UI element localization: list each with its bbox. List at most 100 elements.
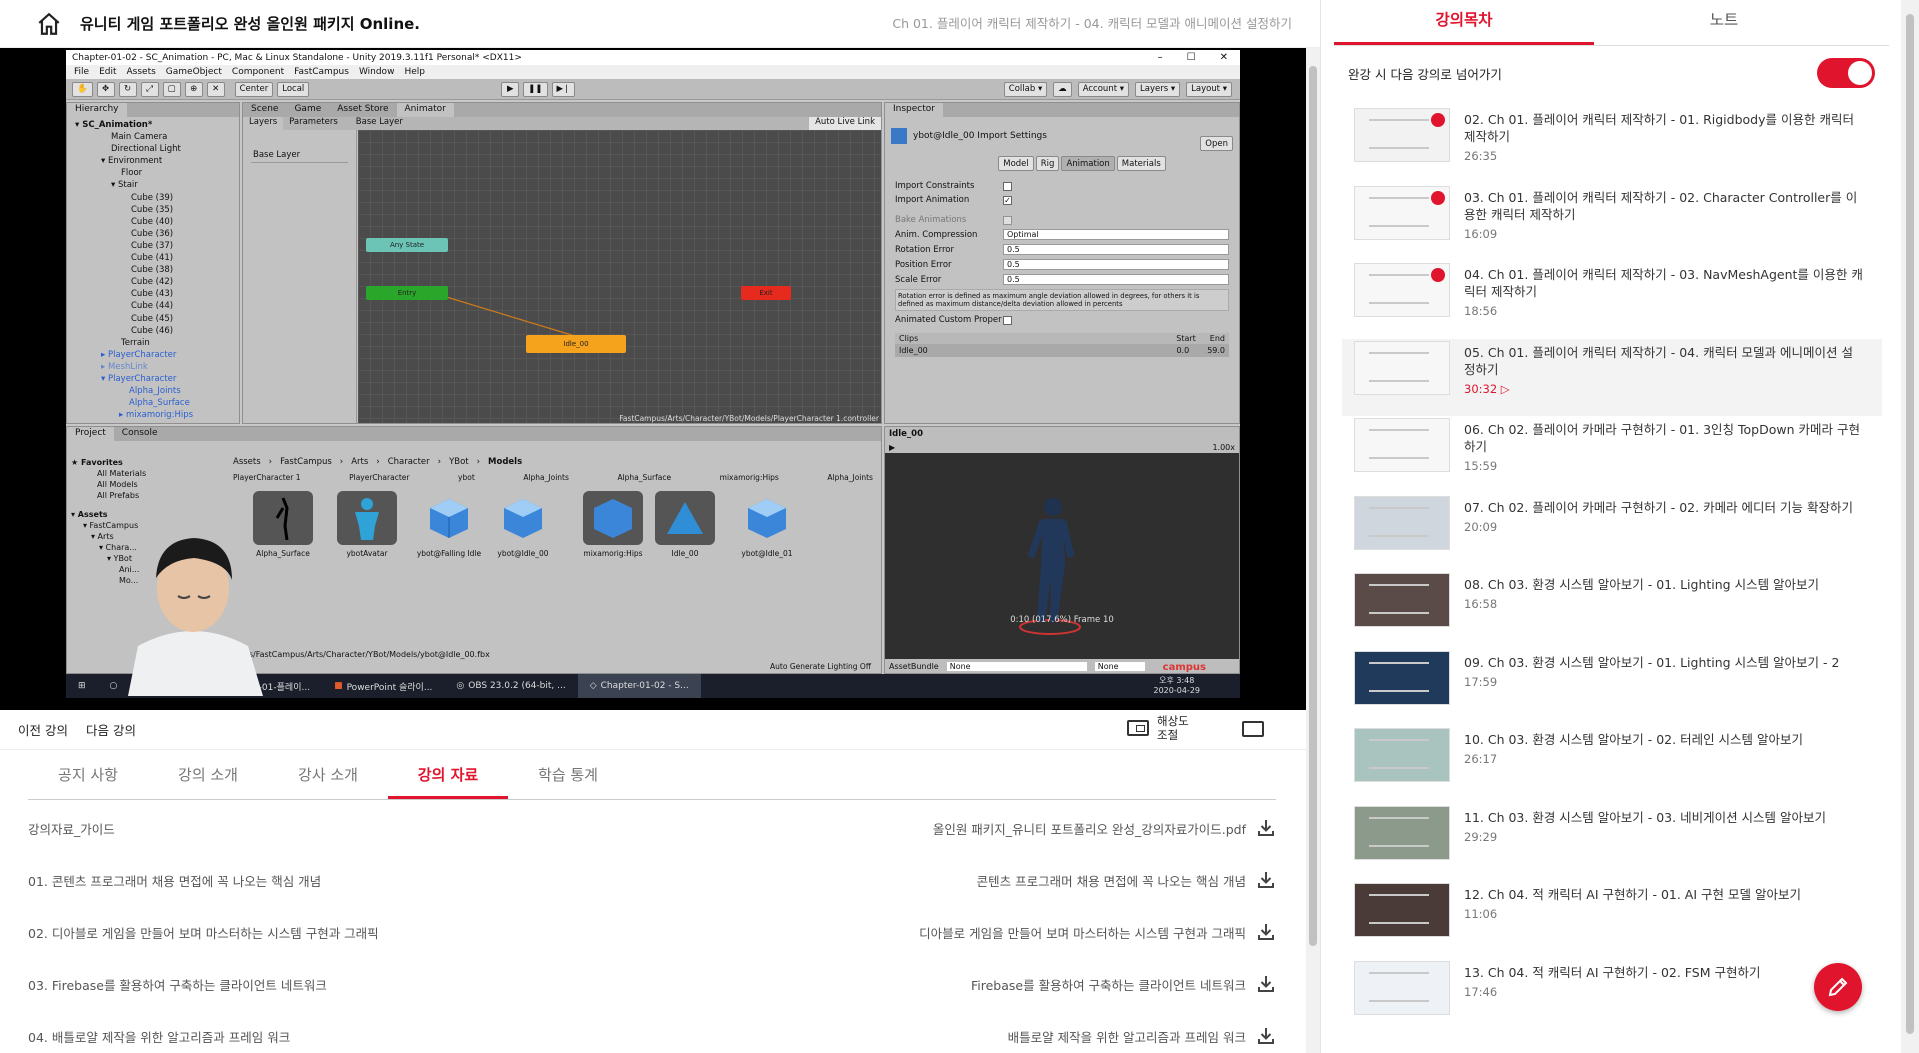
base-layer-row: Base Layer xyxy=(251,148,348,163)
material-file-name[interactable]: 올인원 패키지_유니티 포트폴리오 완성_강의자료가이드.pdf xyxy=(933,819,1246,838)
preview-panel: Idle_00 ▶ 1.00x 0:10 (017.6%) Frame 10 A… xyxy=(884,426,1240,674)
project-tab-strip: Project Console xyxy=(67,427,881,441)
lecture-item[interactable]: 08. Ch 03. 환경 시스템 알아보기 - 01. Lighting 시스… xyxy=(1342,571,1882,649)
lecture-item[interactable]: 04. Ch 01. 플레이어 캐릭터 제작하기 - 03. NavMeshAg… xyxy=(1342,261,1882,339)
write-note-button[interactable] xyxy=(1814,963,1862,1011)
tab-course-intro[interactable]: 강의 소개 xyxy=(148,755,268,799)
taskbar-app: ◇ Chapter-01-02 - S... xyxy=(577,674,701,698)
menu-fastcampus: FastCampus xyxy=(294,67,349,77)
next-lecture-button[interactable]: 다음 강의 xyxy=(68,720,136,739)
tab-notice[interactable]: 공지 사항 xyxy=(28,755,148,799)
preview-speed: 1.00x xyxy=(1212,442,1235,452)
completed-check-icon xyxy=(1431,113,1445,127)
download-icon[interactable] xyxy=(1256,974,1276,994)
lecture-info: 09. Ch 03. 환경 시스템 알아보기 - 01. Lighting 시스… xyxy=(1464,651,1864,725)
lecture-duration: 29:29 xyxy=(1464,830,1864,844)
lecture-title: 08. Ch 03. 환경 시스템 알아보기 - 01. Lighting 시스… xyxy=(1464,577,1820,592)
lecture-item[interactable]: 06. Ch 02. 플레이어 카메라 구현하기 - 01. 3인칭 TopDo… xyxy=(1342,416,1882,494)
bake-animations-row: Bake Animations xyxy=(885,213,1239,227)
scale-error-row: Scale Error 0.5 xyxy=(885,272,1239,287)
tab-curriculum[interactable]: 강의목차 xyxy=(1334,0,1594,45)
lecture-item[interactable]: 11. Ch 03. 환경 시스템 알아보기 - 03. 네비게이션 시스템 알… xyxy=(1342,804,1882,882)
clock-time: 오후 3:48 xyxy=(1159,676,1195,685)
model-prefab-icon xyxy=(493,491,553,545)
lecture-info: 02. Ch 01. 플레이어 캐릭터 제작하기 - 01. Rigidbody… xyxy=(1464,108,1864,182)
prev-lecture-button[interactable]: 이전 강의 xyxy=(0,720,68,739)
tab-instructor[interactable]: 강사 소개 xyxy=(268,755,388,799)
material-file-name[interactable]: 콘텐츠 프로그래머 채용 면접에 꼭 나오는 핵심 개념 xyxy=(977,871,1246,890)
model-prefab-icon xyxy=(419,491,479,545)
clips-start-label: Start xyxy=(1176,334,1196,343)
animator-panel: Scene Game Asset Store Animator Layers P… xyxy=(242,102,882,424)
now-playing-icon: ▷ xyxy=(1497,381,1510,396)
lecture-item[interactable]: 03. Ch 01. 플레이어 캐릭터 제작하기 - 02. Character… xyxy=(1342,184,1882,262)
video-player[interactable]: Chapter-01-02 - SC_Animation - PC, Mac &… xyxy=(0,48,1306,710)
hierarchy-item: Floor xyxy=(121,168,143,179)
transition-arrow xyxy=(429,291,589,341)
lecture-title: 02. Ch 01. 플레이어 캐릭터 제작하기 - 01. Rigidbody… xyxy=(1464,112,1854,144)
sidebar-tabs: 강의목차 노트 xyxy=(1334,0,1889,46)
lecture-duration: 17:59 xyxy=(1464,675,1864,689)
lecture-info: 03. Ch 01. 플레이어 캐릭터 제작하기 - 02. Character… xyxy=(1464,186,1864,260)
asset-label: Alpha_Surface xyxy=(617,473,672,482)
error-help-box: Rotation error is defined as maximum ang… xyxy=(895,289,1229,311)
custom-tool-icon: ✕ xyxy=(206,81,225,97)
scrollbar-thumb[interactable] xyxy=(1309,66,1317,946)
thumbnail-slide-lines xyxy=(1369,584,1429,614)
lecture-item[interactable]: 13. Ch 04. 적 캐릭터 AI 구현하기 - 02. FSM 구현하기 1… xyxy=(1342,959,1882,1037)
lecture-duration: 20:09 xyxy=(1464,520,1864,534)
material-file-name[interactable]: 배틀로얄 제작을 위한 알고리즘과 프레임 워크 xyxy=(1008,1027,1246,1046)
lecture-item[interactable]: 12. Ch 04. 적 캐릭터 AI 구현하기 - 01. AI 구현 모델 … xyxy=(1342,881,1882,959)
unity-menu-bar: File Edit Assets GameObject Component Fa… xyxy=(66,65,1240,79)
lecture-item[interactable]: 10. Ch 03. 환경 시스템 알아보기 - 02. 터레인 시스템 알아보… xyxy=(1342,726,1882,804)
autoplay-label: 완강 시 다음 강의로 넘어가기 xyxy=(1348,66,1502,82)
fullscreen-icon[interactable] xyxy=(1242,721,1264,737)
asset-item: ybot@Idle_00 xyxy=(487,491,559,558)
material-row: 01. 콘텐츠 프로그래머 채용 면접에 꼭 나오는 핵심 개념 콘텐츠 프로그… xyxy=(28,854,1276,906)
autoplay-toggle[interactable] xyxy=(1817,58,1875,88)
lecture-duration-text: 20:09 xyxy=(1464,519,1498,534)
hierarchy-item: Terrain xyxy=(121,337,150,348)
breadcrumb-separator: › xyxy=(339,457,344,467)
hierarchy-panel: Hierarchy ▾ SC_Animation* Main Camera Di… xyxy=(66,102,240,424)
taskbar-app: ■ PowerPoint 슬라이... xyxy=(322,674,444,698)
download-icon[interactable] xyxy=(1256,1026,1276,1046)
download-icon[interactable] xyxy=(1256,870,1276,890)
asset-item: ybotAvatar xyxy=(331,491,403,558)
lecture-duration: 26:35 xyxy=(1464,149,1864,163)
lecture-item[interactable]: 02. Ch 01. 플레이어 캐릭터 제작하기 - 01. Rigidbody… xyxy=(1342,106,1882,184)
breadcrumb-separator: › xyxy=(376,457,380,467)
hierarchy-item: Cube (40) xyxy=(131,216,174,227)
material-row: 04. 배틀로얄 제작을 위한 알고리즘과 프레임 워크 배틀로얄 제작을 위한… xyxy=(28,1010,1276,1053)
home-icon[interactable] xyxy=(36,11,62,37)
lecture-item[interactable]: 07. Ch 02. 플레이어 카메라 구현하기 - 02. 카메라 에디터 기… xyxy=(1342,494,1882,572)
hierarchy-tab: Hierarchy xyxy=(67,103,127,117)
material-file-name[interactable]: 디아블로 게임을 만들어 보며 마스터하는 시스템 구현과 그래픽 xyxy=(919,923,1246,942)
lecture-duration: 11:06 xyxy=(1464,907,1864,921)
resolution-button[interactable]: 해상도 조절 xyxy=(1127,714,1189,742)
asset-name: ybotAvatar xyxy=(346,549,388,558)
lecture-item[interactable]: 09. Ch 03. 환경 시스템 알아보기 - 01. Lighting 시스… xyxy=(1342,649,1882,727)
lecture-duration: 18:56 xyxy=(1464,304,1864,318)
tab-stats[interactable]: 학습 통계 xyxy=(508,755,628,799)
download-icon[interactable] xyxy=(1256,818,1276,838)
material-file-name[interactable]: Firebase를 활용하여 구축하는 클라이언트 네트워크 xyxy=(971,975,1246,994)
main-scrollbar[interactable] xyxy=(1306,48,1320,1053)
cloud-icon: ☁ xyxy=(1053,81,1072,97)
lecture-item[interactable]: 05. Ch 01. 플레이어 캐릭터 제작하기 - 04. 캐릭터 모델과 에… xyxy=(1342,338,1882,416)
taskbar-app: ◎ OBS 23.0.2 (64-bit, ... xyxy=(444,674,577,698)
download-icon[interactable] xyxy=(1256,922,1276,942)
field-value: 0.5 xyxy=(1003,259,1229,270)
lecture-duration-text: 16:09 xyxy=(1464,226,1498,241)
hierarchy-item: ▸ PlayerCharacter xyxy=(101,349,177,360)
collab-button: Collab ▾ xyxy=(1003,81,1048,97)
tab-materials[interactable]: 강의 자료 xyxy=(388,755,508,799)
move-tool-icon: ✥ xyxy=(96,81,115,97)
material-file: 콘텐츠 프로그래머 채용 면접에 꼭 나오는 핵심 개념 xyxy=(977,870,1276,890)
field-label: Anim. Compression xyxy=(895,229,978,240)
unity-toolbar: ✋ ✥ ↻ ⤢ ▢ ⊕ ✕ Center Local ▶ ❚❚ ▶❘ Colla… xyxy=(66,79,1240,100)
scrollbar-thumb[interactable] xyxy=(1906,14,1914,1034)
tab-notes[interactable]: 노트 xyxy=(1594,0,1854,45)
lecture-thumbnail xyxy=(1354,418,1450,472)
sidebar-scrollbar[interactable] xyxy=(1901,0,1919,1053)
